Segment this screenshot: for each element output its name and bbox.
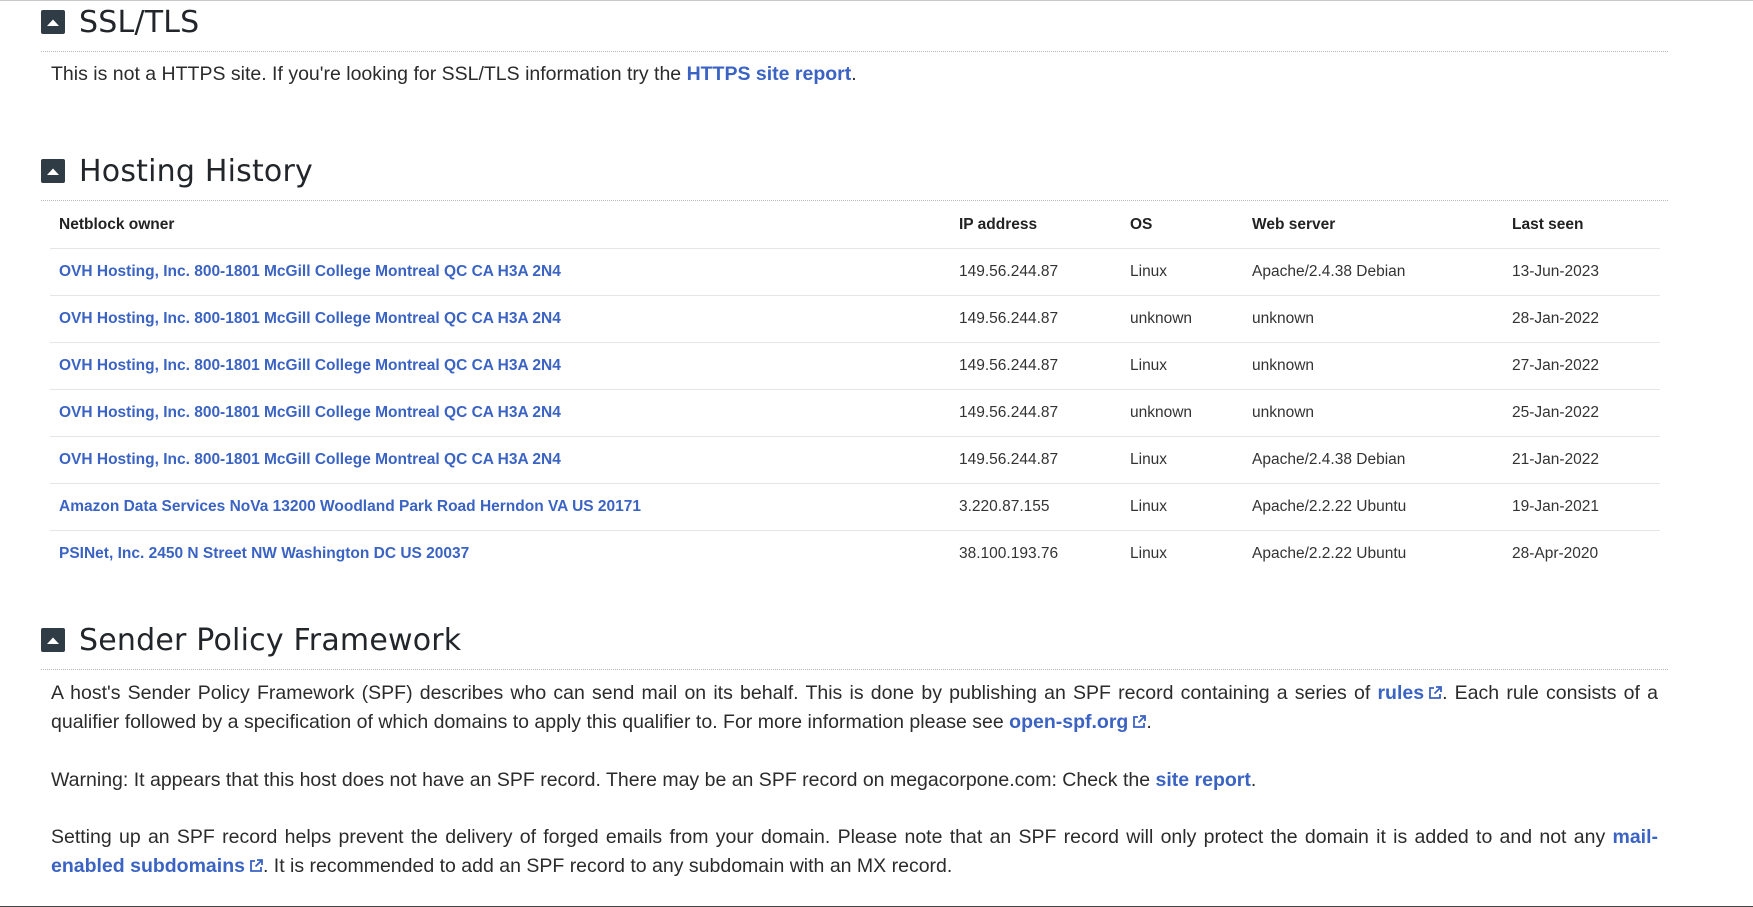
netblock-owner-link[interactable]: Amazon Data Services NoVa 13200 Woodland…: [59, 498, 641, 515]
ip-address-cell: 149.56.244.87: [950, 436, 1121, 484]
web-server-cell: Apache/2.4.38 Debian: [1243, 248, 1503, 296]
netblock-owner-link[interactable]: OVH Hosting, Inc. 800-1801 McGill Colleg…: [59, 404, 561, 421]
collapse-toggle-icon[interactable]: [41, 159, 65, 183]
spf-recommendation: Setting up an SPF record helps prevent t…: [41, 823, 1668, 881]
collapse-toggle-icon[interactable]: [41, 10, 65, 34]
last-seen-cell: 28-Jan-2022: [1503, 295, 1660, 343]
table-row: OVH Hosting, Inc. 800-1801 McGill Colleg…: [50, 342, 1660, 390]
os-cell: Linux: [1130, 545, 1168, 562]
ip-address-cell: 38.100.193.76: [959, 545, 1059, 562]
collapse-toggle-icon[interactable]: [41, 628, 65, 652]
table-row: OVH Hosting, Inc. 800-1801 McGill Colleg…: [50, 389, 1660, 437]
web-server-cell: Apache/2.4.38 Debian: [1243, 436, 1503, 484]
os-cell: Linux: [1121, 483, 1243, 531]
ip-address-cell: 149.56.244.87: [950, 389, 1121, 437]
ssl-header: SSL/TLS: [41, 2, 1668, 52]
table-row: OVH Hosting, Inc. 800-1801 McGill Colleg…: [50, 248, 1660, 296]
ip-address-cell: 149.56.244.87: [950, 295, 1121, 343]
ip-address-cell: 149.56.244.87: [950, 248, 1121, 296]
column-header-os: OS: [1121, 201, 1243, 249]
spf-recommendation-text: . It is recommended to add an SPF record…: [262, 855, 953, 877]
hosting-history-section: Hosting History Netblock owner IP addres…: [41, 151, 1668, 577]
table-row: PSINet, Inc. 2450 N Street NW Washington…: [50, 531, 1660, 578]
table-header-row: Netblock owner IP address OS Web server …: [50, 201, 1660, 249]
ssl-text: This is not a HTTPS site. If you're look…: [41, 60, 1668, 89]
hosting-header: Hosting History: [41, 151, 1668, 201]
ssl-text-before: This is not a HTTPS site. If you're look…: [51, 63, 687, 85]
netblock-owner-cell: Amazon Data Services NoVa 13200 Woodland…: [50, 483, 950, 531]
spf-section: Sender Policy Framework A host's Sender …: [41, 620, 1668, 881]
table-row: OVH Hosting, Inc. 800-1801 McGill Colleg…: [50, 436, 1660, 484]
open-spf-link[interactable]: open-spf.org: [1009, 711, 1147, 733]
table-row: Amazon Data Services NoVa 13200 Woodland…: [50, 483, 1660, 531]
column-header-last-seen: Last seen: [1503, 201, 1660, 249]
column-header-ip-address: IP address: [950, 201, 1121, 249]
web-server-cell: unknown: [1243, 389, 1503, 437]
spf-text: .: [1146, 711, 1152, 733]
netblock-owner-cell: OVH Hosting, Inc. 800-1801 McGill Colleg…: [50, 436, 950, 484]
ssl-text-after: .: [851, 63, 857, 85]
section-title: SSL/TLS: [79, 4, 200, 40]
external-link-icon: [1133, 715, 1147, 728]
web-server-cell: Apache/2.2.22 Ubuntu: [1243, 483, 1503, 531]
os-cell: Linux: [1121, 342, 1243, 390]
spf-warning-text: Warning: It appears that this host does …: [51, 769, 1156, 791]
external-link-icon: [250, 859, 263, 872]
last-seen-cell: 27-Jan-2022: [1503, 342, 1660, 390]
spf-warning-text: .: [1250, 769, 1257, 791]
last-seen-cell: 25-Jan-2022: [1503, 389, 1660, 437]
netblock-owner-cell: OVH Hosting, Inc. 800-1801 McGill Colleg…: [50, 342, 950, 390]
open-spf-link-label: open-spf.org: [1009, 711, 1129, 733]
netblock-owner-cell: PSINet, Inc. 2450 N Street NW Washington…: [50, 531, 950, 578]
external-link-icon: [1429, 686, 1442, 699]
web-server-cell: unknown: [1243, 342, 1503, 390]
netblock-owner-link[interactable]: PSINet, Inc. 2450 N Street NW Washington…: [59, 545, 469, 562]
web-server-cell: Apache/2.2.22 Ubuntu: [1252, 545, 1407, 562]
netblock-owner-link[interactable]: OVH Hosting, Inc. 800-1801 McGill Colleg…: [59, 263, 561, 280]
os-cell: Linux: [1121, 436, 1243, 484]
hosting-history-table: Netblock owner IP address OS Web server …: [50, 201, 1660, 577]
netblock-owner-cell: OVH Hosting, Inc. 800-1801 McGill Colleg…: [50, 295, 950, 343]
spf-description: A host's Sender Policy Framework (SPF) d…: [41, 679, 1668, 737]
rules-link[interactable]: rules: [1377, 682, 1442, 704]
last-seen-cell: 28-Apr-2020: [1512, 545, 1599, 562]
column-header-netblock-owner: Netblock owner: [50, 201, 950, 249]
column-header-web-server: Web server: [1243, 201, 1503, 249]
os-cell: unknown: [1121, 389, 1243, 437]
netblock-owner-link[interactable]: OVH Hosting, Inc. 800-1801 McGill Colleg…: [59, 451, 561, 468]
last-seen-cell: 13-Jun-2023: [1503, 248, 1660, 296]
site-report-link[interactable]: site report: [1156, 769, 1251, 791]
web-server-cell: unknown: [1243, 295, 1503, 343]
netblock-owner-cell: OVH Hosting, Inc. 800-1801 McGill Colleg…: [50, 248, 950, 296]
rules-link-label: rules: [1377, 682, 1425, 704]
os-cell: Linux: [1121, 248, 1243, 296]
last-seen-cell: 21-Jan-2022: [1503, 436, 1660, 484]
ip-address-cell: 149.56.244.87: [950, 342, 1121, 390]
spf-warning: Warning: It appears that this host does …: [41, 766, 1668, 795]
ssl-section: SSL/TLS This is not a HTTPS site. If you…: [41, 2, 1668, 89]
https-site-report-link[interactable]: HTTPS site report: [687, 63, 852, 85]
table-row: OVH Hosting, Inc. 800-1801 McGill Colleg…: [50, 295, 1660, 343]
ip-address-cell: 3.220.87.155: [950, 483, 1121, 531]
netblock-owner-cell: OVH Hosting, Inc. 800-1801 McGill Colleg…: [50, 389, 950, 437]
spf-header: Sender Policy Framework: [41, 620, 1668, 670]
netblock-owner-link[interactable]: OVH Hosting, Inc. 800-1801 McGill Colleg…: [59, 310, 561, 327]
last-seen-cell: 19-Jan-2021: [1503, 483, 1660, 531]
spf-recommendation-text: Setting up an SPF record helps prevent t…: [51, 826, 1613, 848]
netblock-owner-link[interactable]: OVH Hosting, Inc. 800-1801 McGill Colleg…: [59, 357, 561, 374]
spf-text: A host's Sender Policy Framework (SPF) d…: [51, 682, 1378, 704]
os-cell: unknown: [1121, 295, 1243, 343]
section-title: Hosting History: [79, 153, 313, 189]
section-title: Sender Policy Framework: [79, 622, 462, 658]
